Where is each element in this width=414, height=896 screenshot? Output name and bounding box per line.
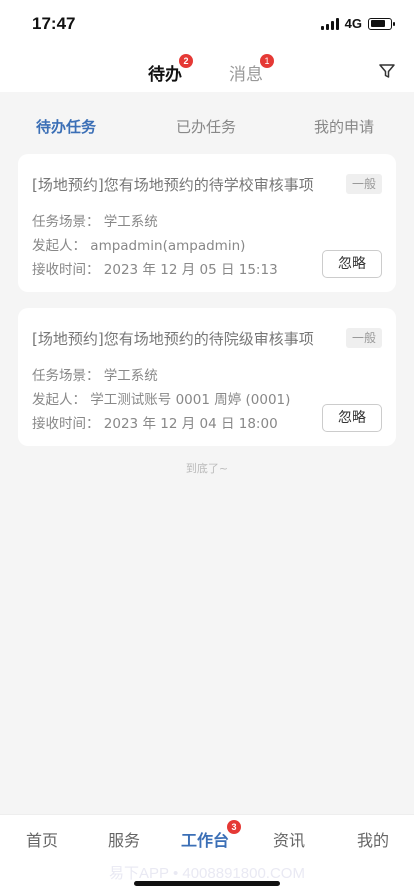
watermark: 易下APP • 4008891800.COM [109, 865, 305, 882]
battery-icon [368, 17, 395, 30]
nav-workbench[interactable]: 工作台 3 [181, 820, 242, 851]
tab-messages-label: 消息 [229, 65, 263, 85]
task-card[interactable]: [场地预约]您有场地预约的待院级审核事项 一般 任务场景： 学工系统 发起人： … [18, 308, 396, 446]
tab-messages[interactable]: 消息 1 [229, 54, 274, 85]
list-end-text: 到底了~ [185, 462, 229, 475]
task-title: [场地预约]您有场地预约的待院级审核事项 [32, 330, 314, 348]
tab-todo-badge: 2 [179, 54, 193, 68]
nav-workbench-label: 工作台 [181, 831, 230, 850]
nav-mine[interactable]: 我的 [357, 827, 389, 851]
home-indicator [134, 881, 280, 886]
task-scene: 任务场景： 学工系统 [32, 214, 158, 230]
priority-tag: 一般 [345, 174, 382, 194]
network-label: 4G [344, 16, 362, 31]
status-bar: 17:47 4G [0, 0, 414, 48]
task-initiator: 发起人： 学工测试账号 0001 周婷 (0001) [32, 392, 291, 408]
task-initiator: 发起人： ampadmin(ampadmin) [32, 238, 246, 254]
tab-messages-badge: 1 [260, 54, 274, 68]
nav-services[interactable]: 服务 [108, 827, 140, 851]
nav-news[interactable]: 资讯 [273, 827, 305, 851]
ignore-button[interactable]: 忽略 [322, 250, 382, 278]
nav-home[interactable]: 首页 [26, 827, 58, 851]
subtab-todo-tasks[interactable]: 待办任务 [36, 116, 96, 137]
task-received-time: 接收时间： 2023 年 12 月 04 日 18:00 [32, 416, 278, 432]
tab-todo-label: 待办 [148, 65, 182, 85]
status-icons: 4G [320, 16, 395, 31]
signal-icon [320, 17, 339, 30]
priority-tag: 一般 [345, 328, 382, 348]
tab-todo[interactable]: 待办 2 [148, 54, 193, 85]
task-card[interactable]: [场地预约]您有场地预约的待学校审核事项 一般 任务场景： 学工系统 发起人： … [18, 154, 396, 292]
ignore-button[interactable]: 忽略 [322, 404, 382, 432]
sub-tabs: 待办任务 已办任务 我的申请 [0, 104, 414, 148]
nav-workbench-badge: 3 [227, 820, 242, 834]
status-time: 17:47 [32, 14, 76, 33]
subtab-done-tasks[interactable]: 已办任务 [176, 116, 236, 137]
task-title: [场地预约]您有场地预约的待学校审核事项 [32, 176, 314, 194]
filter-icon[interactable] [378, 62, 396, 80]
task-scene: 任务场景： 学工系统 [32, 368, 158, 384]
subtab-my-applications[interactable]: 我的申请 [314, 116, 374, 137]
task-received-time: 接收时间： 2023 年 12 月 05 日 15:13 [32, 262, 278, 278]
header: 待办 2 消息 1 [0, 48, 414, 92]
